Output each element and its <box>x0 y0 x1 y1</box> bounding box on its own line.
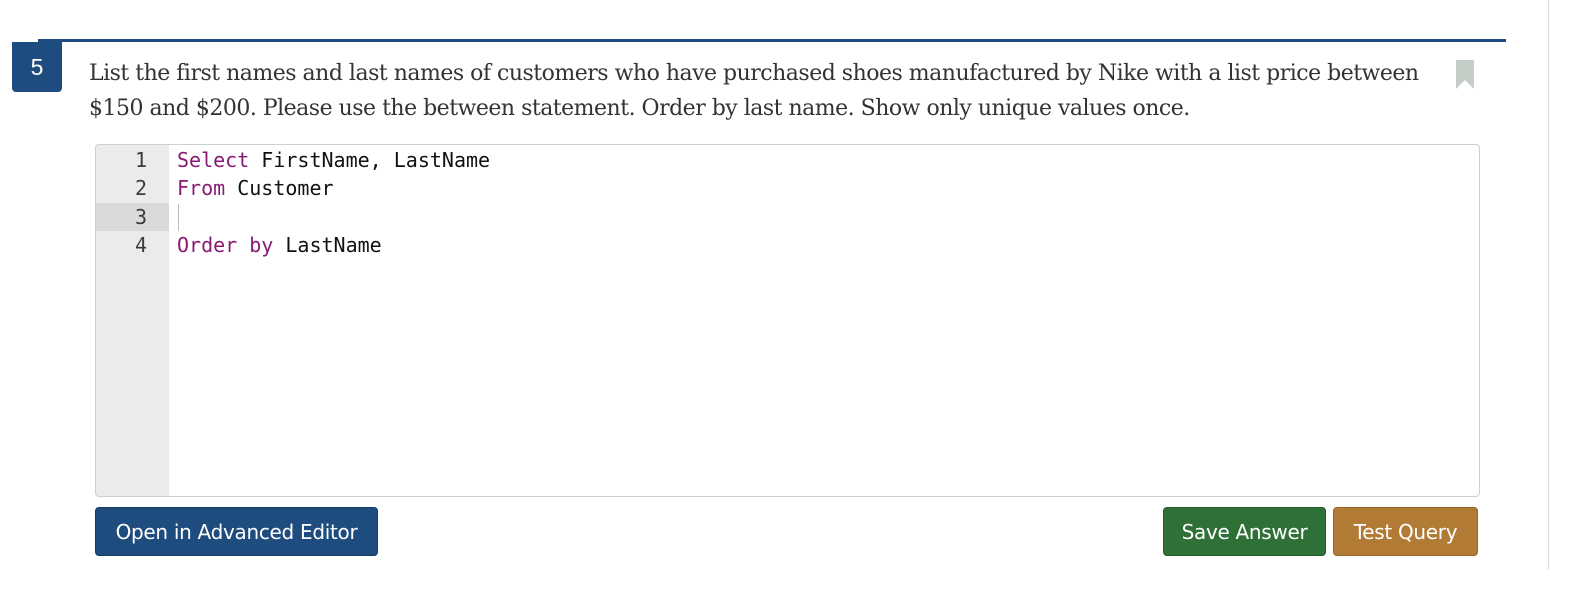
code-text: FirstName, LastName <box>249 148 491 172</box>
line-number-active: 3 <box>96 203 169 231</box>
line-number: 2 <box>134 176 147 200</box>
sql-code-editor[interactable]: 1 2 3 4 Select FirstName, LastName From … <box>95 144 1480 497</box>
code-text: LastName <box>273 233 382 257</box>
save-answer-button[interactable]: Save Answer <box>1163 507 1326 556</box>
sql-keyword: From <box>177 176 226 200</box>
code-line[interactable]: Order by LastName <box>177 231 382 259</box>
open-advanced-editor-button[interactable]: Open in Advanced Editor <box>95 507 378 556</box>
question-top-rule <box>38 39 1506 42</box>
text-cursor <box>178 204 179 231</box>
line-number: 4 <box>134 233 147 257</box>
sql-keyword: Order by <box>177 233 274 257</box>
sql-keyword: Select <box>177 148 250 172</box>
test-query-button[interactable]: Test Query <box>1333 507 1478 556</box>
line-number: 1 <box>134 148 147 172</box>
page-right-border <box>1548 0 1549 570</box>
question-text: List the first names and last names of c… <box>89 61 1419 121</box>
code-text: Customer <box>225 176 334 200</box>
code-line[interactable]: From Customer <box>177 174 334 202</box>
line-number-gutter: 1 2 3 4 <box>96 145 169 496</box>
code-line[interactable]: Select FirstName, LastName <box>177 146 490 174</box>
bookmark-icon[interactable] <box>1455 60 1475 90</box>
question-number-badge: 5 <box>12 42 62 92</box>
